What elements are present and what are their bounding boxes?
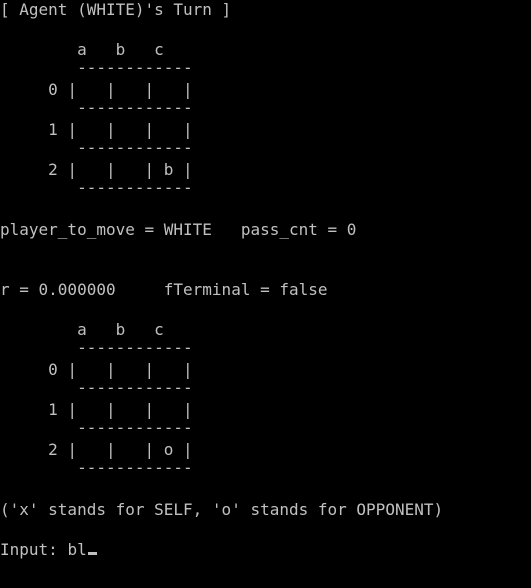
board2-row-0: 0 | | | |	[0, 360, 193, 379]
board1-row-1: 1 | | | |	[0, 120, 193, 139]
board1-row-2: 2 | | | b |	[0, 160, 193, 179]
turn-header: [ Agent (WHITE)'s Turn ]	[0, 0, 232, 19]
board2-row-1: 1 | | | |	[0, 400, 193, 419]
board2-separator: ------------	[0, 458, 193, 477]
board1-row-0: 0 | | | |	[0, 80, 193, 99]
board2-separator: ------------	[0, 378, 193, 397]
board1-separator: ------------	[0, 138, 193, 157]
board2-separator: ------------	[0, 338, 193, 357]
status-line: player_to_move = WHITE pass_cnt = 0	[0, 220, 357, 239]
input-line[interactable]: Input: bl	[0, 540, 97, 560]
board1-column-labels: a b c	[0, 40, 164, 59]
reward-line: r = 0.000000 fTerminal = false	[0, 280, 328, 299]
text-cursor	[87, 552, 97, 555]
board1-separator: ------------	[0, 178, 193, 197]
input-value[interactable]: bl	[67, 540, 86, 559]
board2-separator: ------------	[0, 418, 193, 437]
console-window: [ Agent (WHITE)'s Turn ] a b c ---------…	[0, 0, 531, 588]
legend-line: ('x' stands for SELF, 'o' stands for OPP…	[0, 500, 444, 519]
board1-separator: ------------	[0, 58, 193, 77]
board2-column-labels: a b c	[0, 320, 164, 339]
board2-row-2: 2 | | | o |	[0, 440, 193, 459]
input-prompt: Input:	[0, 540, 68, 559]
board1-separator: ------------	[0, 98, 193, 117]
